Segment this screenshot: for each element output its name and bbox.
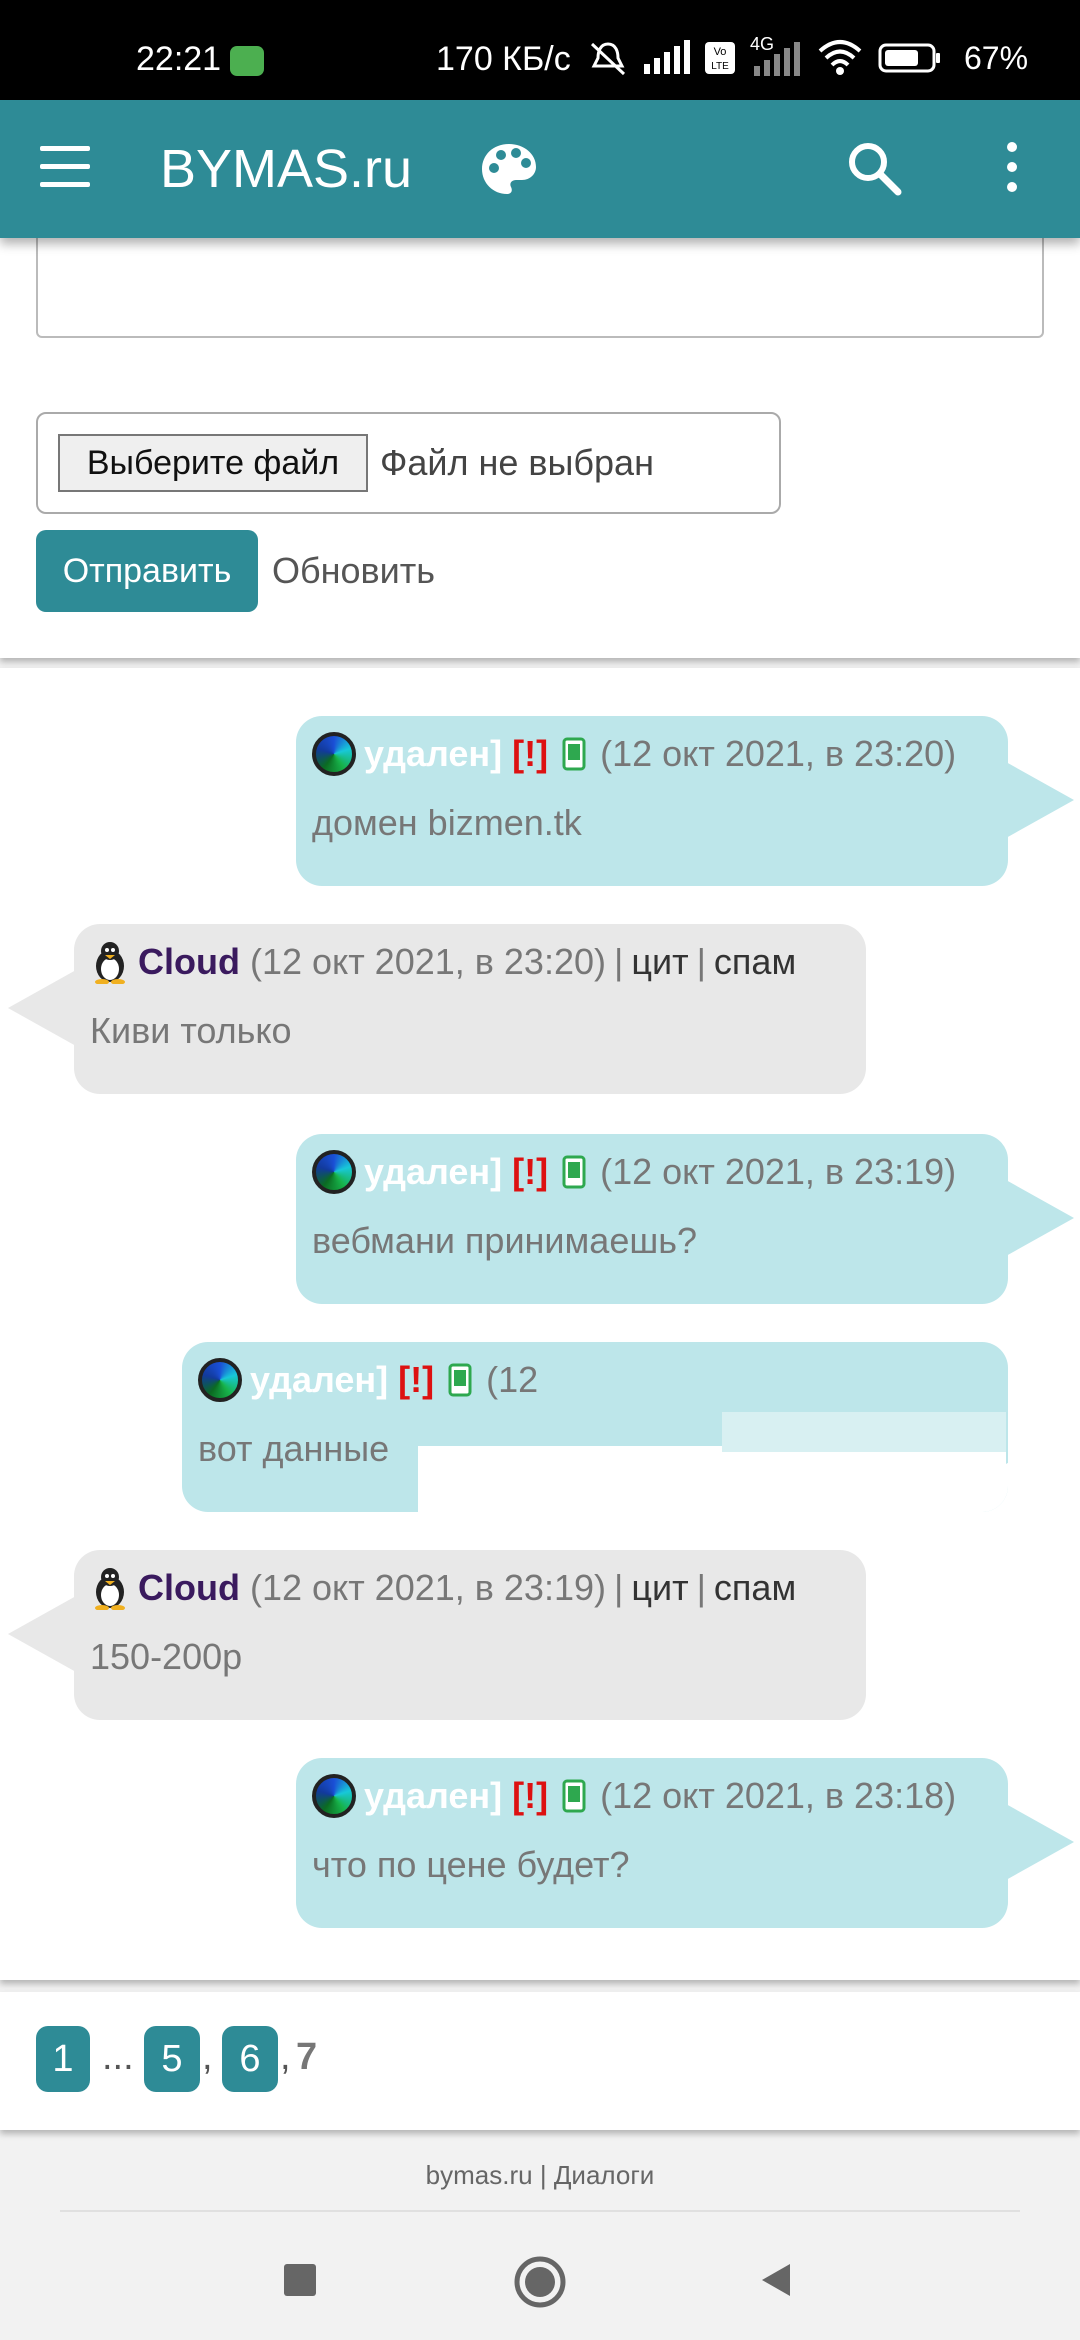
message-author[interactable]: Cloud bbox=[138, 1567, 240, 1609]
more-options-icon[interactable] bbox=[1000, 142, 1024, 196]
home-icon[interactable] bbox=[512, 2254, 568, 2310]
pagination: 1 ... 5 , 6 , 7 bbox=[0, 1992, 1080, 2130]
mobile-device-icon bbox=[562, 1155, 586, 1189]
message-item: Cloud (12 окт 2021, в 23:20) | цит | спа… bbox=[8, 924, 866, 1094]
mobile-device-icon bbox=[562, 1779, 586, 1813]
message-item: Cloud (12 окт 2021, в 23:19) | цит | спа… bbox=[8, 1550, 866, 1720]
message-author[interactable]: удален] bbox=[364, 1151, 502, 1193]
message-item: удален] [!] (12 окт 2021, в 23:19) вебма… bbox=[296, 1134, 1074, 1304]
message-author[interactable]: удален] bbox=[250, 1359, 388, 1401]
messages-list: удален] [!] (12 окт 2021, в 23:20) домен… bbox=[0, 668, 1080, 1980]
refresh-link[interactable]: Обновить bbox=[272, 550, 435, 592]
status-bar: 22:21 170 КБ/с Vo LTE 4G 67% bbox=[0, 0, 1080, 100]
render-glitch bbox=[418, 1446, 1008, 1512]
spam-link[interactable]: спам bbox=[714, 941, 796, 983]
site-title[interactable]: BYMAS.ru bbox=[160, 138, 412, 200]
message-item: удален] [!] (12 окт 2021, в 23:18) что п… bbox=[296, 1758, 1074, 1928]
message-author[interactable]: Cloud bbox=[138, 941, 240, 983]
message-text: 150-200р bbox=[90, 1636, 243, 1677]
volte-icon: Vo LTE bbox=[705, 42, 735, 74]
notification-app-icon bbox=[230, 46, 264, 76]
message-text: что по цене будет? bbox=[312, 1844, 630, 1885]
network-speed: 170 КБ/с bbox=[436, 40, 571, 78]
mobile-device-icon bbox=[562, 737, 586, 771]
report-flag[interactable]: [!] bbox=[398, 1359, 434, 1401]
page-link-5[interactable]: 5 bbox=[144, 2026, 200, 2092]
user-avatar[interactable] bbox=[312, 1150, 356, 1194]
user-avatar[interactable] bbox=[90, 1566, 130, 1610]
report-flag[interactable]: [!] bbox=[512, 733, 548, 775]
separator: | bbox=[613, 1567, 624, 1608]
footer-site-link[interactable]: bymas.ru bbox=[426, 2160, 533, 2190]
svg-text:LTE: LTE bbox=[711, 61, 729, 72]
choose-file-button[interactable]: Выберите файл bbox=[58, 434, 368, 492]
file-input[interactable]: Выберите файл Файл не выбран bbox=[36, 412, 781, 514]
page-link-1[interactable]: 1 bbox=[36, 2026, 90, 2092]
send-button[interactable]: Отправить bbox=[36, 530, 258, 612]
recent-apps-icon[interactable] bbox=[280, 2260, 320, 2300]
footer-divider bbox=[60, 2210, 1020, 2212]
mobile-device-icon bbox=[448, 1363, 472, 1397]
message-item: удален] [!] (12 окт 2021, в 23:20) домен… bbox=[296, 716, 1074, 886]
system-nav-bar bbox=[0, 2232, 1080, 2340]
message-item: удален] [!] (12 вот данные bbox=[182, 1342, 1008, 1512]
search-icon[interactable] bbox=[846, 140, 902, 196]
spam-link[interactable]: спам bbox=[714, 1567, 796, 1609]
current-page: 7 bbox=[296, 2036, 318, 2078]
report-flag[interactable]: [!] bbox=[512, 1151, 548, 1193]
render-glitch bbox=[722, 1412, 1008, 1452]
mute-icon bbox=[590, 42, 626, 76]
hamburger-menu-icon[interactable] bbox=[40, 146, 90, 188]
message-text: вебмани принимаешь? bbox=[312, 1220, 697, 1261]
user-avatar[interactable] bbox=[312, 732, 356, 776]
file-status: Файл не выбран bbox=[380, 442, 654, 483]
wifi-icon bbox=[818, 40, 862, 75]
message-date: (12 окт 2021, в 23:20) bbox=[600, 733, 957, 774]
separator: | bbox=[696, 941, 706, 982]
message-date: (12 окт 2021, в 23:19) bbox=[249, 1567, 606, 1608]
message-date: (12 окт 2021, в 23:20) bbox=[249, 941, 606, 982]
message-text: домен bizmen.tk bbox=[312, 802, 582, 843]
message-text: Киви только bbox=[90, 1010, 292, 1051]
signal-4g-icon: 4G bbox=[750, 34, 802, 78]
pagination-separator: , bbox=[280, 2036, 291, 2078]
battery-percent: 67% bbox=[964, 40, 1029, 76]
quote-link[interactable]: цит bbox=[631, 1567, 688, 1609]
message-date: (12 окт 2021, в 23:19) bbox=[600, 1151, 957, 1192]
message-author[interactable]: удален] bbox=[364, 1775, 502, 1817]
status-time: 22:21 bbox=[136, 40, 222, 78]
message-author[interactable]: удален] bbox=[364, 733, 502, 775]
back-icon[interactable] bbox=[756, 2260, 796, 2300]
signal-icon bbox=[644, 40, 690, 74]
user-avatar[interactable] bbox=[90, 940, 130, 984]
report-flag[interactable]: [!] bbox=[512, 1775, 548, 1817]
message-date: (12 окт 2021, в 23:18) bbox=[600, 1775, 957, 1816]
separator: | bbox=[613, 941, 624, 982]
svg-text:Vo: Vo bbox=[714, 46, 727, 58]
app-bar: BYMAS.ru bbox=[0, 100, 1080, 238]
pagination-separator: , bbox=[202, 2036, 213, 2078]
user-avatar[interactable] bbox=[312, 1774, 356, 1818]
palette-icon[interactable] bbox=[480, 142, 538, 196]
message-form: Выберите файл Файл не выбран Отправить О… bbox=[0, 218, 1080, 658]
battery-icon bbox=[878, 43, 940, 73]
footer-section-link[interactable]: Диалоги bbox=[554, 2160, 655, 2190]
separator: | bbox=[696, 1567, 706, 1608]
message-date: (12 bbox=[486, 1359, 539, 1400]
status-icons: Vo LTE 4G bbox=[588, 34, 942, 78]
footer-separator: | bbox=[539, 2160, 547, 2190]
pagination-ellipsis: ... bbox=[102, 2036, 134, 2078]
page-link-6[interactable]: 6 bbox=[222, 2026, 278, 2092]
quote-link[interactable]: цит bbox=[631, 941, 688, 983]
footer: bymas.ru | Диалоги bbox=[0, 2160, 1080, 2210]
user-avatar[interactable] bbox=[198, 1358, 242, 1402]
